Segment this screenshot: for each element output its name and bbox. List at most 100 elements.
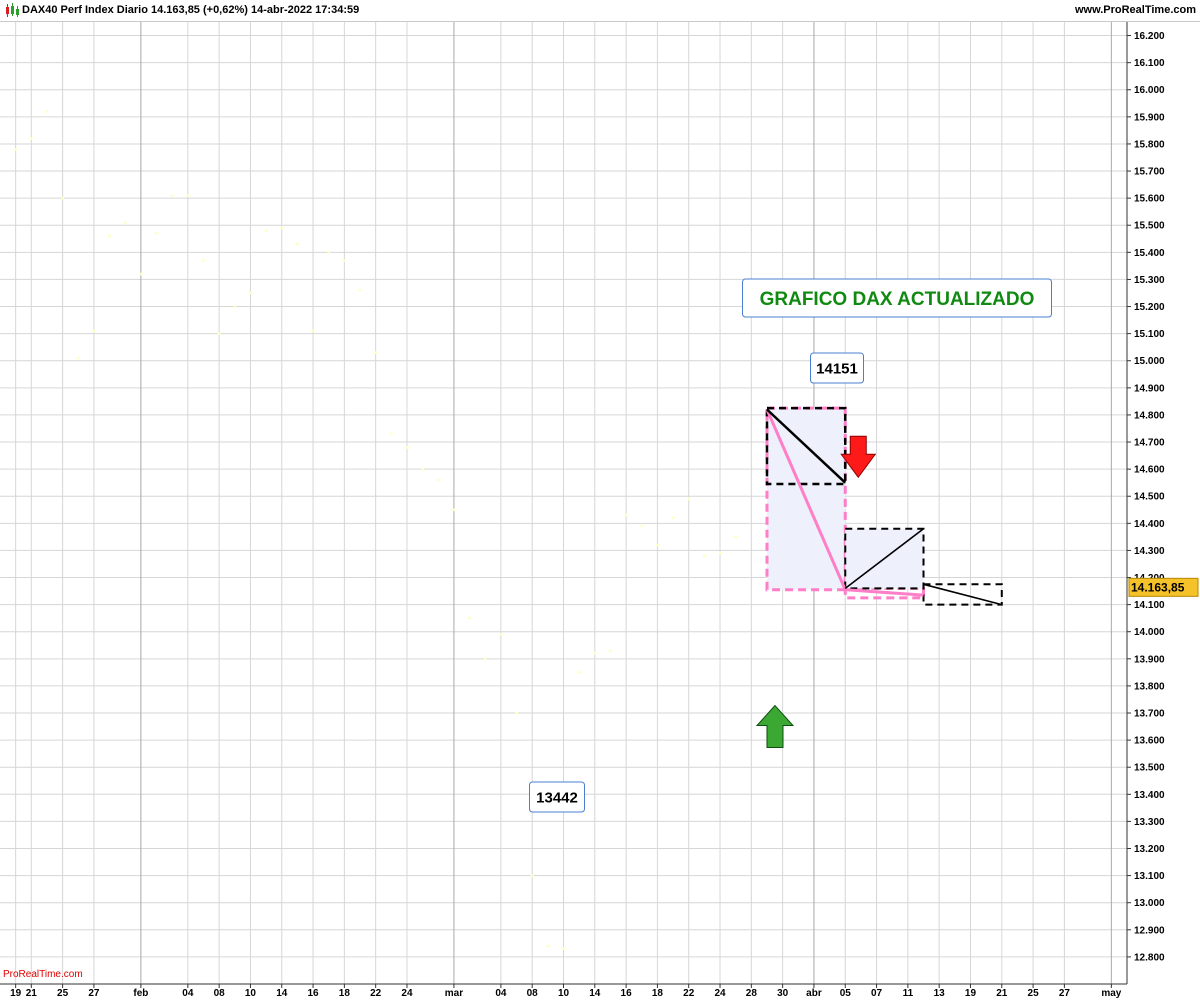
y-tick-label: 14.900 <box>1134 383 1165 394</box>
x-tick-label: 16 <box>621 988 633 999</box>
x-tick-label: 04 <box>495 988 507 999</box>
x-tick-label: 24 <box>714 988 726 999</box>
x-tick-label: 07 <box>871 988 883 999</box>
price-point <box>389 432 393 436</box>
y-tick-label: 13.400 <box>1134 790 1165 801</box>
y-tick-label: 14.700 <box>1134 438 1165 449</box>
y-tick-label: 14.000 <box>1134 627 1165 638</box>
x-tick-label: 25 <box>1028 988 1040 999</box>
x-tick-label: mar <box>445 988 463 999</box>
last-price-label: 14.163,85 <box>1131 580 1185 594</box>
y-tick-label: 14.600 <box>1134 465 1165 476</box>
y-tick-label: 15.900 <box>1134 112 1165 123</box>
x-tick-label: 25 <box>57 988 69 999</box>
price-point <box>374 351 378 355</box>
price-point <box>734 535 738 539</box>
price-point <box>640 524 644 528</box>
price-point <box>562 947 565 951</box>
price-point <box>656 543 659 547</box>
watermark-label: ProRealTime.com <box>3 969 83 980</box>
x-tick-label: 21 <box>26 988 38 999</box>
price-point <box>217 332 221 336</box>
headline-label-text: GRAFICO DAX ACTUALIZADO <box>760 289 1035 310</box>
x-tick-label: feb <box>133 988 148 999</box>
price-point <box>421 467 425 471</box>
price-point <box>452 508 456 512</box>
price-point <box>671 516 675 520</box>
price-point <box>702 554 706 558</box>
x-tick-label: 04 <box>182 988 194 999</box>
bottom-price-label: 13442 <box>529 781 585 813</box>
x-tick-label: 19 <box>10 988 22 999</box>
y-tick-label: 13.600 <box>1134 736 1165 747</box>
y-tick-label: 14.300 <box>1134 546 1165 557</box>
price-point <box>186 194 190 197</box>
y-tick-label: 13.200 <box>1134 844 1165 855</box>
x-tick-label: 21 <box>996 988 1008 999</box>
price-point <box>139 272 143 276</box>
y-tick-label: 14.100 <box>1134 600 1165 611</box>
x-tick-label: 08 <box>527 988 539 999</box>
price-point <box>468 616 471 620</box>
y-tick-label: 14.500 <box>1134 492 1165 503</box>
y-tick-label: 15.200 <box>1134 302 1165 313</box>
price-point <box>687 497 691 501</box>
y-tick-label: 14.800 <box>1134 410 1165 421</box>
y-tick-label: 14.400 <box>1134 519 1165 530</box>
y-tick-label: 13.100 <box>1134 871 1165 882</box>
price-point <box>718 551 722 555</box>
y-tick-label: 15.600 <box>1134 194 1165 205</box>
price-point <box>624 513 628 517</box>
top-price-label-text: 14151 <box>816 360 858 377</box>
x-tick-label: 10 <box>558 988 570 999</box>
x-tick-label: 24 <box>401 988 413 999</box>
y-tick-label: 13.500 <box>1134 763 1165 774</box>
x-tick-label: 08 <box>214 988 226 999</box>
price-point <box>29 137 33 140</box>
x-tick-label: 14 <box>589 988 601 999</box>
price-point <box>280 226 284 230</box>
y-tick-label: 16.200 <box>1134 31 1165 42</box>
bottom-price-label-text: 13442 <box>536 789 578 806</box>
y-tick-label: 13.900 <box>1134 654 1165 665</box>
y-tick-label: 13.800 <box>1134 681 1165 692</box>
y-tick-label: 15.700 <box>1134 167 1165 178</box>
y-tick-label: 12.900 <box>1134 925 1165 936</box>
price-point <box>14 147 18 151</box>
price-point <box>436 478 440 482</box>
price-point <box>405 446 409 449</box>
price-point <box>155 231 158 235</box>
price-point <box>249 291 252 295</box>
x-tick-label: 14 <box>276 988 288 999</box>
price-point <box>202 259 205 262</box>
y-tick-label: 15.800 <box>1134 139 1165 150</box>
price-point <box>609 649 612 653</box>
price-point <box>358 288 362 292</box>
x-tick-label: may <box>1101 988 1121 999</box>
x-tick-label: 16 <box>307 988 319 999</box>
x-tick-label: 18 <box>652 988 664 999</box>
price-point <box>499 633 503 636</box>
price-point <box>593 651 597 655</box>
x-tick-label: 27 <box>1059 988 1071 999</box>
y-tick-label: 15.500 <box>1134 221 1165 232</box>
top-price-label: 14151 <box>810 352 864 384</box>
price-point <box>577 670 581 674</box>
price-chart[interactable]: GRAFICO DAX ACTUALIZADO 14151 13442 12.800… <box>0 0 1200 1000</box>
price-point <box>170 194 174 197</box>
x-tick-label: 05 <box>840 988 852 999</box>
price-point <box>45 110 49 113</box>
y-tick-label: 12.800 <box>1134 952 1165 963</box>
y-tick-label: 15.400 <box>1134 248 1165 259</box>
price-point <box>123 221 127 224</box>
x-tick-label: 27 <box>88 988 100 999</box>
x-tick-label: abr <box>806 988 822 999</box>
y-tick-label: 16.100 <box>1134 58 1165 69</box>
y-tick-label: 13.300 <box>1134 817 1165 828</box>
grid-lines <box>0 22 1127 984</box>
price-point <box>483 657 487 661</box>
price-point <box>264 229 268 233</box>
price-point <box>342 259 346 262</box>
y-tick-label: 15.300 <box>1134 275 1165 286</box>
x-tick-label: 22 <box>370 988 382 999</box>
